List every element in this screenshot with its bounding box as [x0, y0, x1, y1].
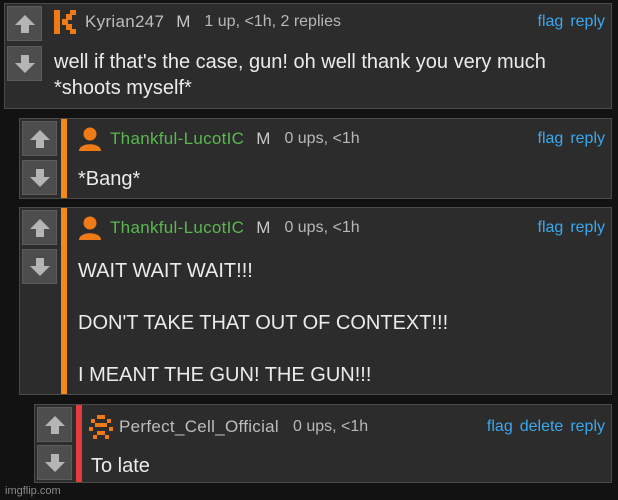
- arrow-down-icon: [29, 168, 50, 187]
- flag-link[interactable]: flag: [538, 130, 564, 148]
- arrow-down-icon: [14, 54, 35, 73]
- comment-1: Kyrian247 M 1 up, <1h, 2 replies flag re…: [4, 3, 612, 109]
- comment-2: Thankful-LucotIC M 0 ups, <1h flag reply…: [19, 118, 612, 199]
- comment-actions: flag reply: [538, 10, 605, 34]
- comment-actions: flag reply: [538, 127, 605, 151]
- comment-text: WAIT WAIT WAIT!!! DON'T TAKE THAT OUT OF…: [78, 260, 449, 386]
- flag-link[interactable]: flag: [487, 418, 513, 436]
- user-avatar-person-icon[interactable]: [78, 216, 102, 240]
- comment-header: Thankful-LucotIC M 0 ups, <1h: [20, 127, 611, 151]
- arrow-down-icon: [44, 453, 65, 472]
- delete-link[interactable]: delete: [520, 418, 564, 436]
- reply-link[interactable]: reply: [570, 418, 605, 436]
- comment-meta: 1 up, <1h, 2 replies: [204, 13, 341, 30]
- comment-header: Thankful-LucotIC M 0 ups, <1h: [20, 216, 611, 240]
- reply-link[interactable]: reply: [570, 13, 605, 31]
- flag-link[interactable]: flag: [538, 13, 564, 31]
- reply-link[interactable]: reply: [570, 130, 605, 148]
- user-avatar-k-icon[interactable]: [53, 10, 77, 34]
- comment-text: To late: [91, 455, 150, 477]
- downvote-button[interactable]: [22, 160, 57, 195]
- comment-header: Kyrian247 M 1 up, <1h, 2 replies: [5, 10, 611, 34]
- downvote-button[interactable]: [37, 445, 72, 480]
- username[interactable]: Perfect_Cell_Official: [119, 417, 279, 437]
- mod-badge: M: [256, 129, 271, 148]
- comment-meta: 0 ups, <1h: [284, 219, 360, 236]
- mod-badge: M: [176, 12, 191, 31]
- comment-3: Thankful-LucotIC M 0 ups, <1h flag reply…: [19, 207, 612, 395]
- comment-4: Perfect_Cell_Official 0 ups, <1h flag de…: [34, 404, 612, 483]
- username[interactable]: Kyrian247: [85, 12, 164, 32]
- comment-meta: 0 ups, <1h: [293, 418, 369, 435]
- comment-actions: flag delete reply: [487, 415, 605, 439]
- arrow-down-icon: [29, 257, 50, 276]
- downvote-button[interactable]: [22, 249, 57, 284]
- mod-badge: M: [256, 218, 271, 237]
- comment-actions: flag reply: [538, 216, 605, 240]
- username[interactable]: Thankful-LucotIC: [110, 218, 244, 238]
- downvote-button[interactable]: [7, 46, 42, 81]
- comment-text: *Bang*: [78, 168, 141, 190]
- imgflip-watermark: imgflip.com: [5, 485, 61, 497]
- comment-meta: 0 ups, <1h: [284, 130, 360, 147]
- user-avatar-person-icon[interactable]: [78, 127, 102, 151]
- comment-text: well if that's the case, gun! oh well th…: [54, 51, 546, 99]
- reply-link[interactable]: reply: [570, 219, 605, 237]
- user-avatar-pixel-face-icon[interactable]: [89, 415, 113, 439]
- username[interactable]: Thankful-LucotIC: [110, 129, 244, 149]
- flag-link[interactable]: flag: [538, 219, 564, 237]
